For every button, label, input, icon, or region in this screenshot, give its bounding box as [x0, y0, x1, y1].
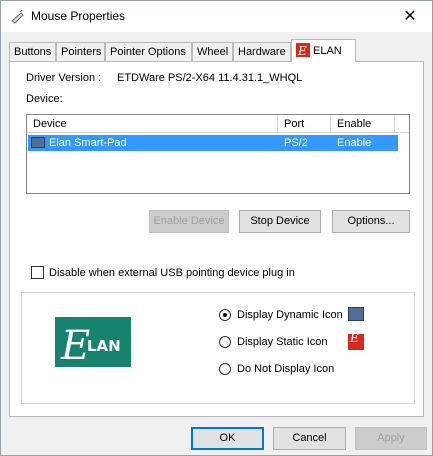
window-title: Mouse Properties	[31, 9, 126, 23]
tray-icon-groupbox: E LAN Display Dynamic Icon Display Stati…	[21, 292, 415, 404]
device-list-header: Device Port Enable	[27, 115, 409, 133]
column-header-device[interactable]: Device	[27, 115, 278, 133]
disable-usb-label[interactable]: Disable when external USB pointing devic…	[49, 267, 295, 279]
dialog-button-bar: OK Cancel Apply	[1, 425, 433, 453]
column-header-port[interactable]: Port	[278, 115, 331, 133]
elan-logo-letter: E	[60, 323, 90, 367]
do-not-display-icon-label[interactable]: Do Not Display Icon	[237, 363, 334, 375]
options-button[interactable]: Options...	[332, 210, 410, 233]
elan-logo-graphic: E LAN	[60, 323, 121, 369]
tab-label: Wheel	[197, 46, 229, 58]
touchpad-icon	[31, 137, 45, 148]
mouse-properties-window: Mouse Properties ✕ Buttons Pointers Poin…	[0, 0, 433, 456]
dynamic-touchpad-icon	[348, 307, 364, 321]
tab-buttons[interactable]: Buttons	[9, 42, 56, 62]
elan-tab-panel: Driver Version : ETDWare PS/2-X64 11.4.3…	[9, 61, 424, 417]
close-icon: ✕	[403, 8, 417, 25]
tab-hardware[interactable]: Hardware	[233, 42, 291, 62]
tab-elan[interactable]: ELAN	[291, 39, 356, 62]
device-list[interactable]: Device Port Enable Elan Smart-Pad PS/2 E…	[26, 114, 410, 194]
device-name: Elan Smart-Pad	[49, 137, 127, 149]
device-label: Device:	[26, 93, 63, 105]
tab-label: Pointer Options	[110, 46, 186, 58]
enable-device-button[interactable]: Enable Device	[149, 210, 229, 233]
device-port: PS/2	[284, 137, 308, 149]
tab-pointers[interactable]: Pointers	[56, 42, 105, 62]
driver-version-label: Driver Version :	[26, 72, 102, 84]
disable-usb-checkbox[interactable]	[31, 266, 44, 279]
display-dynamic-icon-label[interactable]: Display Dynamic Icon	[237, 309, 343, 321]
tab-wheel[interactable]: Wheel	[192, 42, 233, 62]
tab-label: Buttons	[14, 46, 52, 58]
title-bar: Mouse Properties ✕	[1, 1, 432, 32]
radio-do-not-display-icon[interactable]	[219, 363, 231, 375]
stop-device-button[interactable]: Stop Device	[239, 210, 321, 233]
device-enable: Enable	[337, 137, 372, 149]
device-row-elan-smart-pad[interactable]: Elan Smart-Pad PS/2 Enable	[28, 135, 398, 151]
elan-static-icon	[348, 331, 364, 350]
column-header-enable[interactable]: Enable	[331, 115, 395, 133]
tab-label: Hardware	[238, 46, 286, 58]
elan-icon	[296, 40, 310, 62]
radio-display-dynamic-icon[interactable]	[219, 309, 231, 321]
apply-button[interactable]: Apply	[355, 427, 427, 450]
elan-logo: E LAN	[55, 317, 131, 369]
cancel-button[interactable]: Cancel	[273, 427, 346, 450]
close-button[interactable]: ✕	[388, 1, 432, 31]
mouse-icon	[11, 9, 24, 24]
radio-display-static-icon[interactable]	[219, 336, 231, 348]
tab-label: ELAN	[313, 45, 342, 57]
driver-version-value: ETDWare PS/2-X64 11.4.31.1_WHQL	[117, 72, 303, 84]
ok-button[interactable]: OK	[191, 427, 264, 450]
tab-label: Pointers	[61, 46, 102, 58]
display-static-icon-label[interactable]: Display Static Icon	[237, 336, 327, 348]
tab-pointer-options[interactable]: Pointer Options	[105, 42, 192, 62]
elan-logo-text: LAN	[87, 337, 121, 355]
